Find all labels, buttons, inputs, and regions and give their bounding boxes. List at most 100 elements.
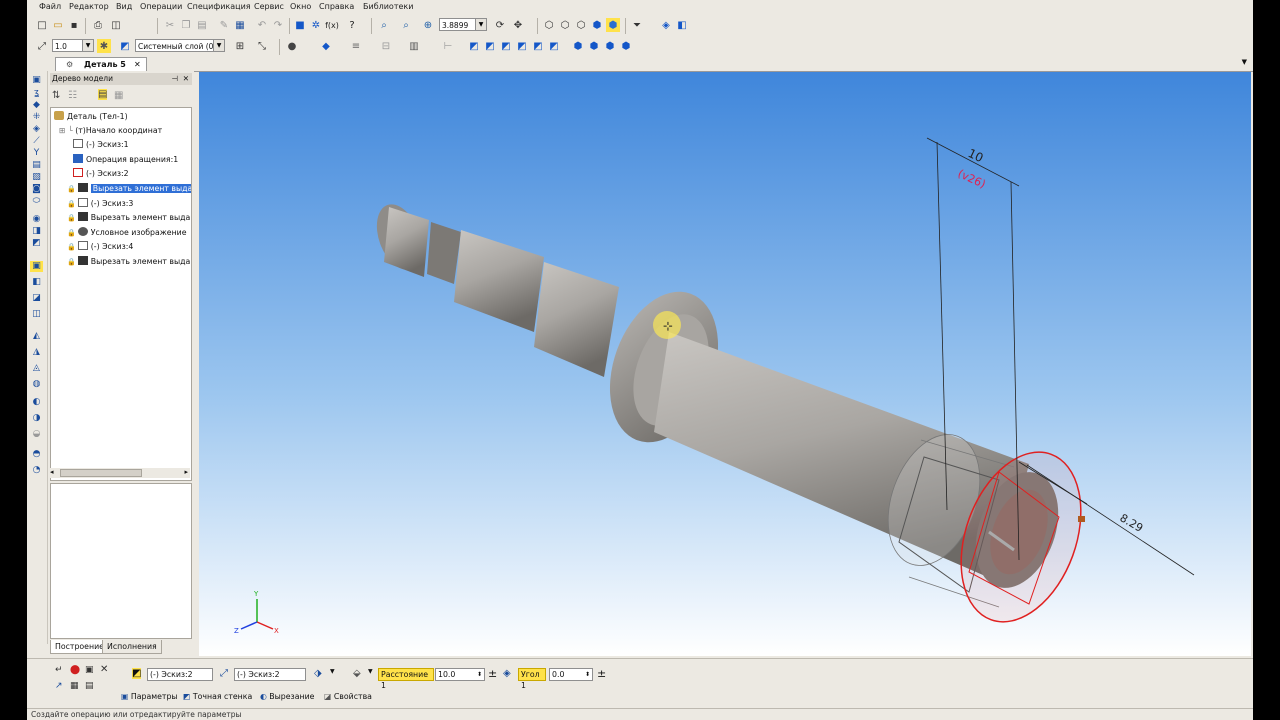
view-front-icon[interactable]: ◩ [467, 39, 481, 53]
chevron-down-icon[interactable]: ▼ [1242, 58, 1247, 66]
menu-help[interactable]: Справка [319, 2, 354, 11]
auto-create-icon[interactable]: ▣ [85, 665, 94, 675]
close-icon[interactable]: ✕ [134, 58, 141, 72]
tree-node-cut2[interactable]: 🔒 Вырезать элемент выда [67, 211, 190, 224]
scroll-thumb[interactable] [60, 469, 142, 477]
tree-node-part[interactable]: Деталь (Тел-1) [54, 110, 128, 123]
array-icon[interactable]: ▥ [407, 39, 421, 53]
fx-icon[interactable]: f(x) [325, 18, 339, 32]
zoom-window-icon[interactable]: ⌕ [377, 18, 391, 32]
wireframe-icon[interactable]: ⬡ [558, 18, 572, 32]
open-file-icon[interactable]: ▭ [51, 18, 65, 32]
cut-icon[interactable]: ✂ [163, 18, 177, 32]
tree-node-sketch2[interactable]: (-) Эскиз:2 [73, 167, 129, 180]
chevron-down-icon[interactable]: ▼ [213, 40, 224, 51]
redo-icon[interactable]: ↷ [271, 18, 285, 32]
sketch-select-icon[interactable]: ◩ [132, 668, 142, 679]
snap-icon[interactable]: ✱ [97, 39, 111, 53]
shell-icon[interactable]: ◬ [30, 363, 43, 374]
fillet-icon[interactable]: ◪ [30, 293, 43, 304]
menu-operations[interactable]: Операции [140, 2, 182, 11]
dimension-icon[interactable]: ⟋ [30, 136, 43, 147]
tab-document[interactable]: ⚙ Деталь 5 ✕ [55, 57, 147, 71]
spinner-icon[interactable]: ⬍ [477, 669, 482, 680]
tab-cut[interactable]: ◐ Вырезание [260, 691, 314, 703]
view-back-icon[interactable]: ◩ [483, 39, 497, 53]
stop-icon[interactable]: ⬤ [70, 665, 80, 675]
layer-icon[interactable]: ◩ [118, 39, 132, 53]
incline-icon[interactable]: ◍ [30, 379, 43, 390]
geometry-icon[interactable]: ▣ [30, 75, 43, 86]
tool-icon[interactable]: ◈ [30, 124, 43, 135]
expand-icon[interactable]: ▦ [114, 90, 123, 101]
view-iso2-icon[interactable]: ⬢ [587, 39, 601, 53]
close-icon[interactable]: ✕ [183, 73, 189, 85]
tree-node-origin[interactable]: ⊞ └ (т)Начало координат [59, 124, 162, 137]
tree-node-cut3[interactable]: 🔒 Вырезать элемент выда [67, 255, 190, 268]
drag-handle[interactable] [1078, 516, 1085, 522]
view-left-icon[interactable]: ◩ [531, 39, 545, 53]
preview-icon[interactable]: ◫ [109, 18, 123, 32]
view-right-icon[interactable]: ◩ [547, 39, 561, 53]
rotate-icon[interactable]: ⟳ [493, 18, 507, 32]
library-icon[interactable]: ⬭ [30, 196, 43, 207]
tree-node-thread[interactable]: 🔒 Условное изображение [67, 226, 187, 239]
help-icon[interactable]: ↗ [55, 681, 63, 691]
cancel-icon[interactable]: ✕ [100, 664, 108, 675]
hidden-lines-icon[interactable]: ⬡ [574, 18, 588, 32]
direction-icon[interactable]: ⤢ [220, 668, 228, 679]
chevron-down-icon[interactable]: ▼ [330, 668, 335, 675]
view-bottom-icon[interactable]: ◩ [515, 39, 529, 53]
structure-icon[interactable]: ☷ [68, 90, 77, 101]
step-icon[interactable]: ⤢ [35, 39, 49, 53]
info-icon[interactable]: ▦ [70, 681, 79, 691]
shaded-edges-icon[interactable]: ⬢ [606, 18, 620, 32]
pin-icon[interactable]: ⊣ [171, 73, 178, 85]
view-iso4-icon[interactable]: ⬢ [619, 39, 633, 53]
menu-specification[interactable]: Спецификация [187, 2, 251, 11]
rib-icon[interactable]: ◮ [30, 347, 43, 358]
tree-node-cut1[interactable]: 🔒 Вырезать элемент выда [67, 182, 191, 195]
menu-view[interactable]: Вид [116, 2, 132, 11]
report-icon[interactable]: ◙ [30, 184, 43, 195]
help-pointer-icon[interactable]: ? [345, 18, 359, 32]
tree-node-sketch1[interactable]: (-) Эскиз:1 [73, 138, 129, 151]
menu-editor[interactable]: Редактор [69, 2, 109, 11]
properties-icon[interactable]: ▦ [233, 18, 247, 32]
lock-angle-icon[interactable]: ± [597, 667, 606, 680]
material-icon[interactable]: ● [285, 39, 299, 53]
zoom-scale-field[interactable]: 3.8899 ▼ [439, 18, 487, 31]
new-file-icon[interactable]: □ [35, 18, 49, 32]
hole-icon[interactable]: ◭ [30, 331, 43, 342]
tab-properties[interactable]: ◪ Свойства [324, 691, 372, 703]
chevron-down-icon[interactable]: ▼ [82, 40, 93, 51]
print-icon[interactable]: ⎙ [91, 18, 105, 32]
array-tool-icon[interactable]: ⁜ [30, 112, 43, 123]
extrude-icon[interactable]: ◨ [30, 226, 43, 237]
tree-horizontal-scrollbar[interactable]: ◂ ▸ [50, 468, 190, 478]
cut-revolve-icon[interactable]: ◧ [30, 277, 43, 288]
tree-view-icon[interactable]: ▤ [98, 89, 108, 100]
sketch1-field[interactable]: (-) Эскиз:2 [147, 668, 213, 681]
tab-parameters[interactable]: ▣ Параметры [121, 691, 178, 703]
undo-icon[interactable]: ↶ [255, 18, 269, 32]
color-icon[interactable]: ◆ [319, 39, 333, 53]
measure-icon[interactable]: ▤ [30, 160, 43, 171]
thread-icon[interactable]: ◑ [30, 413, 43, 424]
tab-versions[interactable]: Исполнения [102, 640, 162, 654]
move-icon[interactable]: ◓ [30, 449, 43, 460]
pan-icon[interactable]: ✥ [511, 18, 525, 32]
line-style-icon[interactable]: ≡ [349, 39, 363, 53]
tree-node-sketch4[interactable]: 🔒 (-) Эскиз:4 [67, 240, 133, 253]
zoom-in-icon[interactable]: ⊕ [421, 18, 435, 32]
revolve-icon[interactable]: ◩ [30, 238, 43, 249]
view-iso-icon[interactable]: ⬢ [571, 39, 585, 53]
format-icon[interactable]: ✎ [217, 18, 231, 32]
curves-icon[interactable]: ʓ [30, 88, 43, 99]
direction-mode-icon[interactable]: ⬗ [314, 668, 322, 679]
menu-service[interactable]: Сервис [254, 2, 284, 11]
shaded-icon[interactable]: ⬢ [590, 18, 604, 32]
filter-tool-icon[interactable]: Y [30, 148, 43, 159]
chevron-down-icon[interactable]: ▼ [475, 19, 486, 30]
copy-tool-icon[interactable]: ◔ [30, 465, 43, 476]
